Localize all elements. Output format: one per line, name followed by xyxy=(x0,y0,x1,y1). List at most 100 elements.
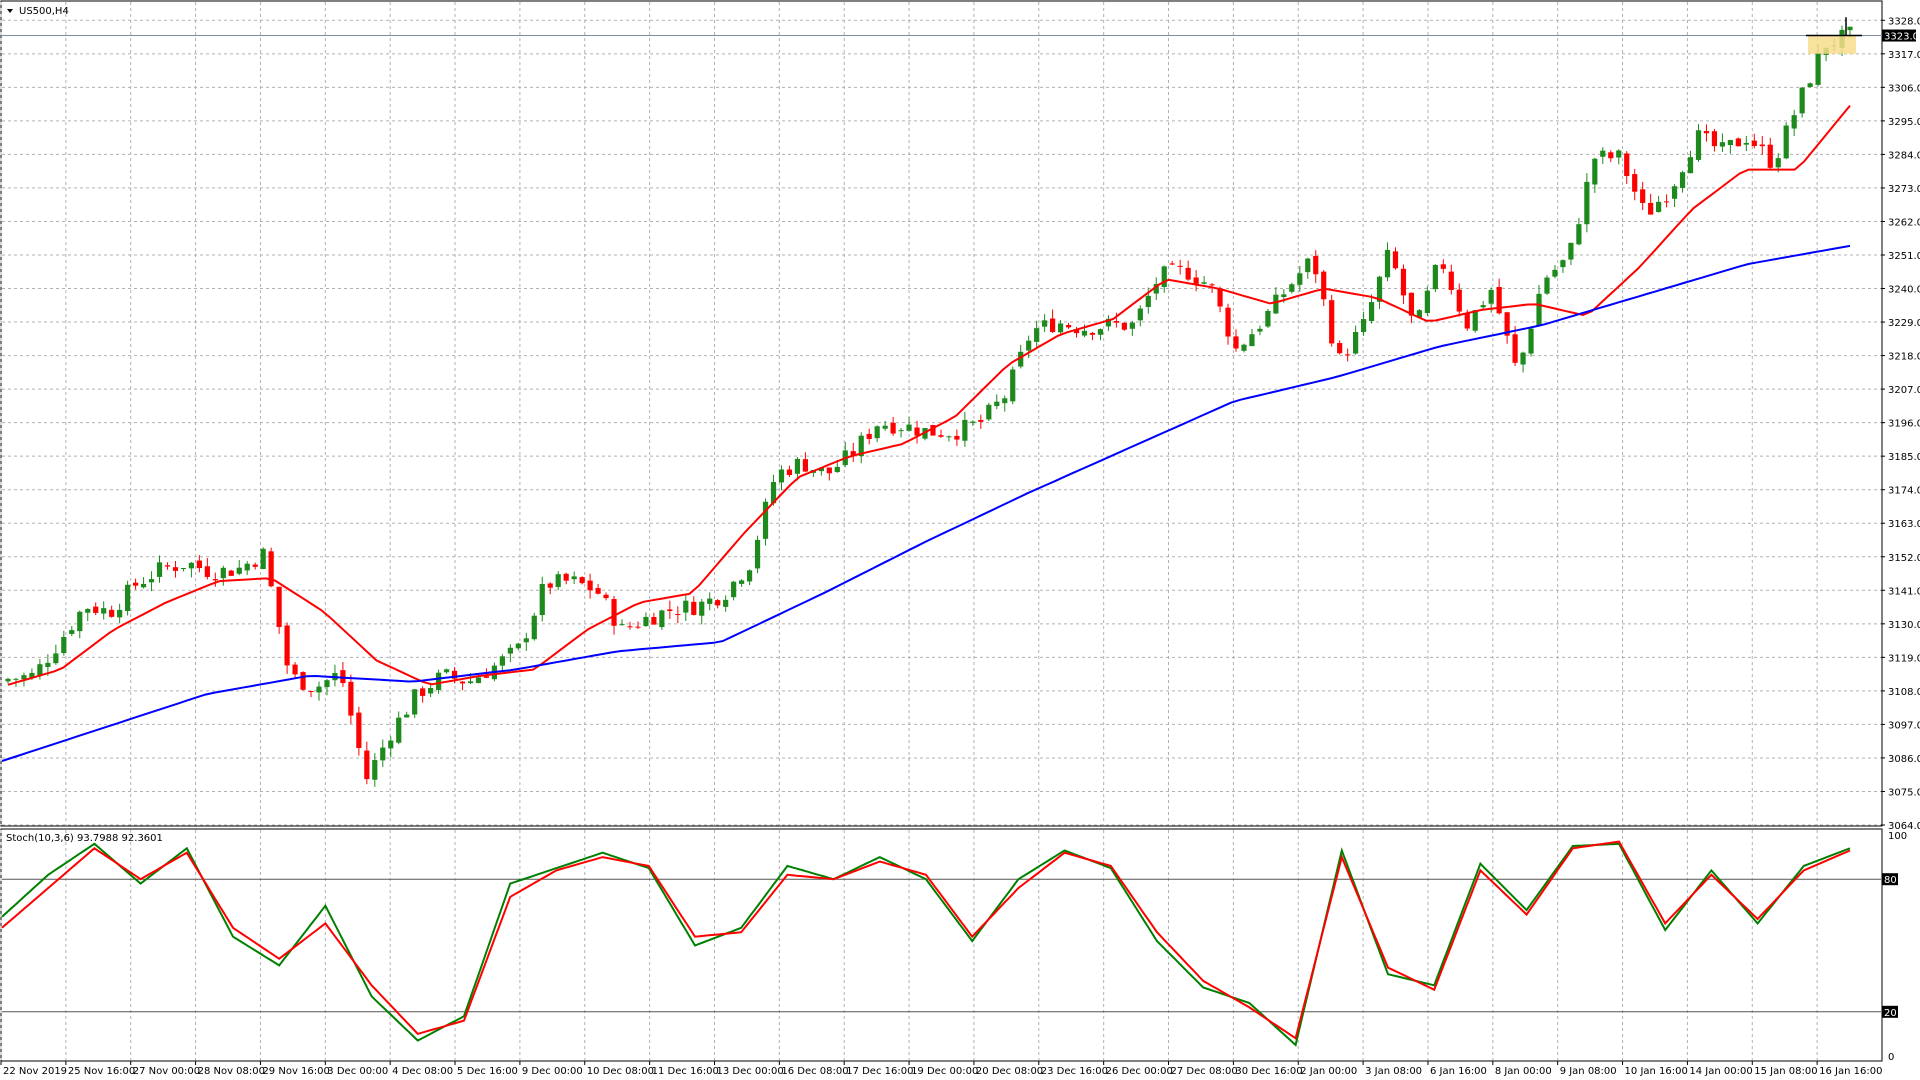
candle-body xyxy=(1608,152,1614,159)
candle-body xyxy=(834,466,840,473)
candle-body xyxy=(1775,158,1781,168)
candle-body xyxy=(603,594,609,599)
candle-body xyxy=(643,616,649,627)
candle-body xyxy=(683,600,689,613)
candle-body xyxy=(1265,310,1271,327)
candle-body xyxy=(802,459,809,472)
candle-body xyxy=(563,573,569,581)
x-tick-label: 10 Jan 16:00 xyxy=(1625,1066,1688,1077)
x-tick-label: 14 Jan 00:00 xyxy=(1689,1066,1752,1077)
y-tick-label: 3251.0 xyxy=(1888,251,1920,262)
candle-body xyxy=(651,617,657,625)
candle-body xyxy=(571,576,577,580)
y-tick-label: 3163.0 xyxy=(1888,519,1920,530)
candle-body xyxy=(691,601,697,615)
symbol-label-group[interactable]: US500,H4 xyxy=(7,6,69,17)
y-tick-label: 3185.0 xyxy=(1888,452,1920,463)
candle-body xyxy=(1002,398,1008,404)
candle-body xyxy=(1424,290,1430,314)
candle-body xyxy=(1185,267,1191,280)
candle-body xyxy=(1440,264,1446,269)
chart-window[interactable]: 3323.0 3328.0 3317.0 3306.0 3295.0 3284.0 327… xyxy=(0,0,1920,1080)
candle-body xyxy=(1719,142,1726,147)
candle-body xyxy=(196,560,202,569)
candle-body xyxy=(635,626,641,628)
candle-body xyxy=(731,581,737,598)
candle-body xyxy=(898,430,904,432)
candle-body xyxy=(1632,174,1638,192)
x-tick-label: 8 Jan 00:00 xyxy=(1495,1066,1552,1077)
candle-body xyxy=(1337,343,1343,354)
candle-body xyxy=(699,601,705,616)
candle-body xyxy=(220,567,226,579)
candle-body xyxy=(308,691,314,693)
x-tick-label: 16 Dec 08:00 xyxy=(781,1066,848,1077)
stoch-axis-label: 0 xyxy=(1888,1052,1894,1063)
candle-body xyxy=(212,579,218,581)
candle-body xyxy=(1687,157,1694,174)
candle-body xyxy=(555,574,561,588)
candle-body xyxy=(1169,263,1175,265)
ema-fast-line xyxy=(7,104,1851,686)
time-axis[interactable]: 22 Nov 2019 25 Nov 16:0027 Nov 00:0028 No… xyxy=(0,1061,1882,1077)
stoch-label: Stoch(10,3,6) 93.7988 92.3601 xyxy=(6,833,163,844)
candle-body xyxy=(356,712,362,748)
candle-body xyxy=(45,662,51,667)
x-tick-label: 3 Jan 08:00 xyxy=(1365,1066,1422,1077)
candle-body xyxy=(204,566,210,577)
x-tick-label: 10 Dec 08:00 xyxy=(587,1066,654,1077)
candles xyxy=(5,25,1853,787)
candle-body xyxy=(475,677,482,684)
candle-body xyxy=(1257,328,1263,332)
candle-body xyxy=(1289,284,1295,292)
candle-body xyxy=(1488,289,1494,304)
candle-body xyxy=(1057,323,1064,333)
x-tick-label: 27 Nov 00:00 xyxy=(133,1066,200,1077)
candle-body xyxy=(1137,308,1143,321)
y-tick-label: 3229.0 xyxy=(1888,318,1920,329)
candle-body xyxy=(1313,255,1319,275)
candle-body xyxy=(1129,322,1135,329)
candle-body xyxy=(746,570,753,582)
candle-body xyxy=(587,580,593,591)
candle-body xyxy=(1584,181,1590,225)
candle-body xyxy=(1081,330,1088,336)
candle-body xyxy=(93,606,99,613)
main-pane-frame xyxy=(0,0,1883,827)
y-tick-label: 3108.0 xyxy=(1888,687,1920,698)
candle-body xyxy=(1201,282,1207,284)
candle-body xyxy=(1480,305,1486,308)
candle-body xyxy=(1010,369,1016,402)
x-tick-label: 3 Dec 00:00 xyxy=(327,1066,388,1077)
candle-body xyxy=(260,548,266,570)
candle-body xyxy=(1448,271,1454,290)
candle-body xyxy=(1767,144,1773,168)
candle-body xyxy=(579,577,585,584)
x-tick-label: 29 Nov 16:00 xyxy=(262,1066,329,1077)
triangle-down-icon[interactable] xyxy=(7,9,13,13)
candle-body xyxy=(148,579,155,583)
candle-body xyxy=(132,582,139,586)
candle-body xyxy=(1536,293,1542,327)
candle-body xyxy=(659,610,665,628)
candle-body xyxy=(1703,131,1710,134)
candle-body xyxy=(125,584,131,611)
ema-slow-line xyxy=(1,244,1851,762)
candle-body xyxy=(1735,138,1741,147)
candle-body xyxy=(5,678,11,682)
candle-body xyxy=(1600,150,1606,157)
candle-body xyxy=(1297,273,1303,285)
candle-body xyxy=(619,624,625,626)
candle-body xyxy=(1552,269,1558,277)
price-axis[interactable]: 3328.0 3317.0 3306.0 3295.0 3284.0 3273.0 3262… xyxy=(1881,16,1920,832)
candle-body xyxy=(380,747,386,761)
y-tick-label: 3317.0 xyxy=(1888,50,1920,61)
y-tick-label: 3295.0 xyxy=(1888,117,1920,128)
chart-canvas[interactable]: 3323.0 3328.0 3317.0 3306.0 3295.0 3284.0 327… xyxy=(0,0,1920,1080)
candle-body xyxy=(739,580,745,584)
candle-body xyxy=(1177,265,1183,267)
candle-body xyxy=(164,565,171,567)
current-price-line: 3323.0 xyxy=(2,17,1919,54)
candle-body xyxy=(1345,354,1351,356)
x-tick-label: 30 Dec 16:00 xyxy=(1235,1066,1302,1077)
